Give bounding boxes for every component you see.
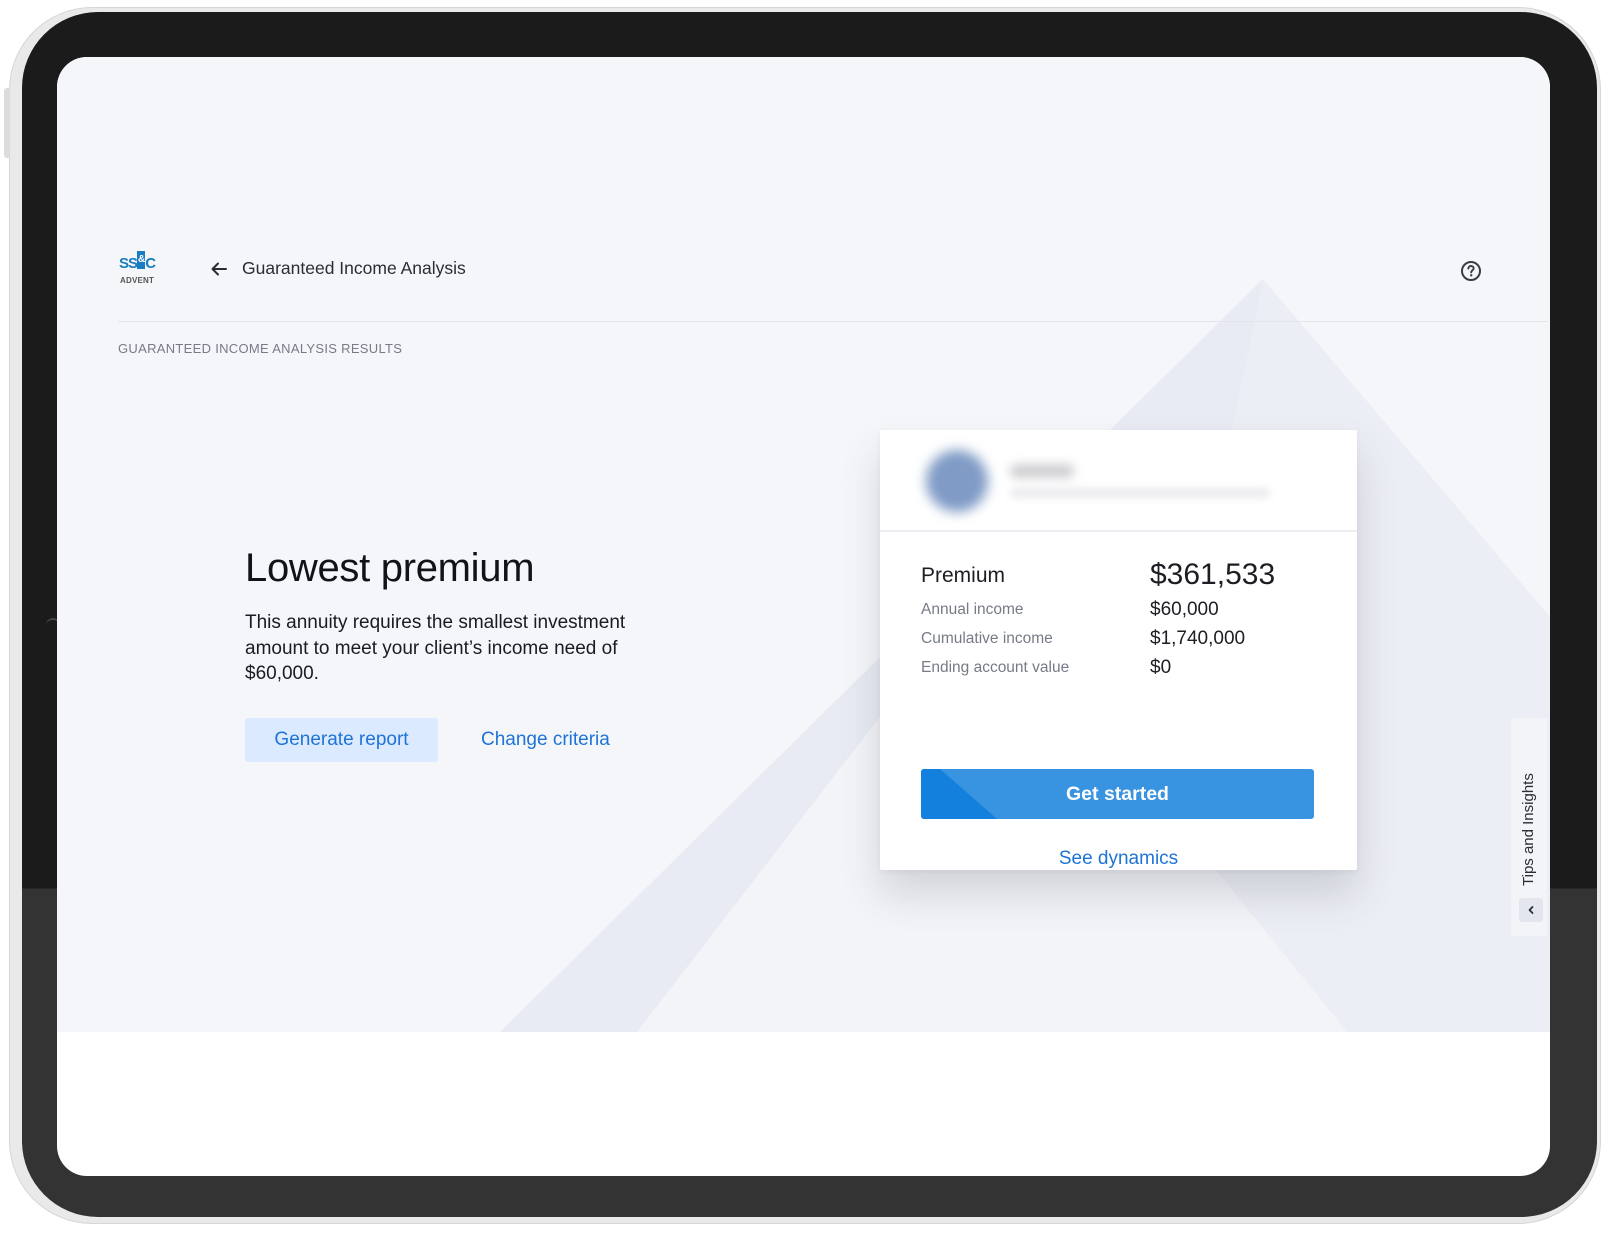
metric-label: Ending account value <box>921 659 1070 676</box>
logo-mark: SS&C <box>119 251 156 272</box>
result-description: This annuity requires the smallest inves… <box>245 612 626 684</box>
ssc-advent-logo: SS&C ADVENT <box>119 251 159 291</box>
card-metrics: Premium $361,533 Annual income $60,000 C… <box>921 550 1316 681</box>
metric-value: $0 <box>1150 657 1172 678</box>
chevron-left-icon <box>1528 906 1534 914</box>
see-dynamics-link[interactable]: See dynamics <box>880 848 1357 870</box>
metric-label: Annual income <box>921 601 1024 618</box>
arrow-left-icon <box>211 262 227 276</box>
metric-row: Cumulative income $1,740,000 <box>921 623 1316 652</box>
generate-report-button[interactable]: Generate report <box>245 718 438 762</box>
provider-subtitle-blurred <box>1010 488 1270 498</box>
back-button[interactable] <box>207 257 231 281</box>
app-screen: SS&C ADVENT Guaranteed Income Analysis G… <box>57 57 1550 1176</box>
metric-value: $361,533 <box>1150 558 1276 591</box>
metric-value: $60,000 <box>1150 599 1219 620</box>
tips-panel-toggle-button[interactable] <box>1519 898 1543 922</box>
metric-value: $1,740,000 <box>1150 628 1246 649</box>
hardware-side-button <box>4 88 10 158</box>
card-provider-header <box>880 430 1357 532</box>
tips-and-insights-tab[interactable]: Tips and Insights <box>1520 726 1540 886</box>
section-label: GUARANTEED INCOME ANALYSIS RESULTS <box>118 341 403 356</box>
page-title: Guaranteed Income Analysis <box>242 258 466 278</box>
question-circle-icon <box>1461 261 1481 281</box>
metric-row: Annual income $60,000 <box>921 594 1316 623</box>
metric-label: Cumulative income <box>921 630 1053 647</box>
get-started-label: Get started <box>1066 782 1169 805</box>
logo-subtext: ADVENT <box>120 276 155 285</box>
change-criteria-link[interactable]: Change criteria <box>475 718 616 762</box>
annuity-result-card: Premium $361,533 Annual income $60,000 C… <box>880 430 1357 870</box>
logo-text-suffix: C <box>145 255 156 272</box>
tips-and-insights-panel: Tips and Insights <box>1511 718 1547 936</box>
metric-row: Ending account value $0 <box>921 652 1316 681</box>
metric-row-premium: Premium $361,533 <box>921 550 1316 594</box>
logo-text-amp: & <box>137 251 145 269</box>
get-started-button[interactable]: Get started <box>921 769 1314 819</box>
metric-label: Premium <box>921 564 1006 587</box>
header-divider <box>118 321 1548 322</box>
help-button[interactable] <box>1460 260 1482 282</box>
provider-logo-blurred <box>926 450 988 512</box>
content-background: SS&C ADVENT Guaranteed Income Analysis G… <box>57 57 1550 1032</box>
provider-name-blurred <box>1010 464 1074 478</box>
logo-text-prefix: SS <box>119 255 138 272</box>
result-title: Lowest premium <box>245 546 535 590</box>
